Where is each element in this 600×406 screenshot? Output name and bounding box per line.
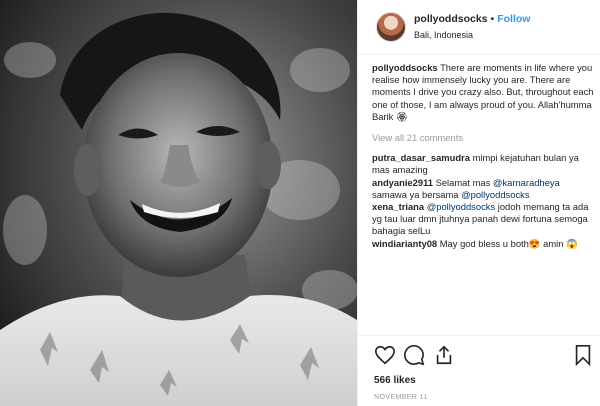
heart-icon[interactable] (374, 344, 396, 371)
post-date[interactable]: NOVEMBER 11 (374, 394, 428, 401)
comment-text: May god bless u both😍 amin 😱 (439, 237, 578, 249)
header-username[interactable]: pollyoddsocks (414, 13, 488, 25)
comment-item: windiarianty08 May god bless u both😍 ami… (372, 238, 594, 250)
comment-mention[interactable]: @pollyoddsocks (461, 189, 529, 200)
likes-count[interactable]: 566 likes (374, 375, 416, 386)
follow-button[interactable]: Follow (497, 13, 530, 25)
bookmark-icon[interactable] (572, 344, 594, 371)
comment-username[interactable]: xena_triana (372, 201, 424, 212)
comments-section: pollyoddsocks There are moments in life … (372, 62, 594, 250)
comment-mention[interactable]: @karnaradheya (493, 177, 560, 188)
separator-dot: • (490, 13, 495, 25)
share-icon[interactable] (433, 344, 455, 371)
caption: pollyoddsocks There are moments in life … (372, 62, 594, 123)
comment-text: samawa ya bersama (372, 188, 462, 200)
portrait-image (0, 0, 357, 406)
comment-item: andyanie2911 Selamat mas @karnaradheya s… (372, 177, 594, 201)
avatar[interactable] (376, 12, 406, 42)
comment-username[interactable]: andyanie2911 (372, 177, 433, 188)
post-sidebar: pollyoddsocks • Follow Bali, Indonesia pol… (357, 0, 600, 406)
comment-username[interactable]: windiarianty08 (372, 238, 437, 249)
post-photo[interactable] (0, 0, 357, 406)
comment-icon[interactable] (403, 344, 425, 371)
comment-text: Selamat mas (435, 176, 493, 188)
actions-divider (358, 335, 600, 336)
instagram-post: pollyoddsocks • Follow Bali, Indonesia pol… (0, 0, 600, 406)
comment-item: putra_dasar_samudra mimpi kejatuhan bula… (372, 152, 594, 176)
caption-username[interactable]: pollyoddsocks (372, 62, 438, 73)
user-line: pollyoddsocks • Follow (414, 13, 530, 25)
comment-username[interactable]: putra_dasar_samudra (372, 152, 470, 163)
action-bar (372, 344, 594, 368)
view-all-comments-link[interactable]: View all 21 comments (372, 132, 594, 144)
header-divider (358, 54, 600, 55)
comment-item: xena_triana @pollyoddsocks jodoh memang … (372, 201, 594, 238)
location-link[interactable]: Bali, Indonesia (414, 30, 473, 40)
post-header: pollyoddsocks • Follow Bali, Indonesia (372, 8, 594, 44)
comment-mention[interactable]: @pollyoddsocks (427, 201, 495, 212)
